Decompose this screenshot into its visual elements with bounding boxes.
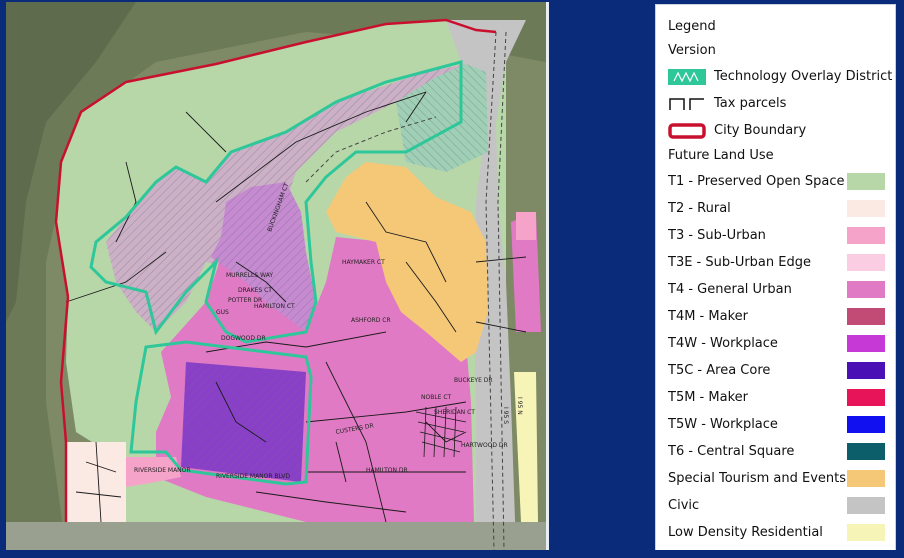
legend-land-use-item[interactable]: T3 - Sub-Urban <box>668 222 887 249</box>
land-use-label: T5C - Area Core <box>668 363 771 378</box>
legend-land-use-item[interactable]: Civic <box>668 492 887 519</box>
land-use-label: T5W - Workplace <box>668 417 778 432</box>
legend-technology-overlay[interactable]: Technology Overlay District <box>668 63 892 90</box>
land-use-swatch <box>847 443 885 460</box>
aerial-bottom-strip <box>6 522 546 550</box>
land-use-swatch <box>847 254 885 271</box>
legend-land-use-item[interactable]: Low Density Residential <box>668 519 887 546</box>
land-use-label: T1 - Preserved Open Space <box>668 174 845 189</box>
presentation-bottom-bar <box>0 550 904 558</box>
legend-land-use-item[interactable]: T4M - Maker <box>668 303 887 330</box>
street-label: DOGWOOD DR <box>221 335 266 342</box>
legend-land-use-item[interactable]: T6 - Central Square <box>668 438 887 465</box>
legend-version-label: Version <box>668 43 716 58</box>
land-use-label: T4M - Maker <box>668 309 748 324</box>
land-use-label: T6 - Central Square <box>668 444 795 459</box>
street-label: MURRELLS WAY <box>226 272 273 279</box>
land-use-swatch <box>847 470 885 487</box>
legend-future-land-use-label: Future Land Use <box>668 148 774 163</box>
land-use-label: Low Density Residential <box>668 525 823 540</box>
hatched-green-outline-icon <box>668 68 706 85</box>
street-label: RIVERSIDE MANOR <box>134 467 191 474</box>
land-use-swatch <box>847 416 885 433</box>
street-label: HAYMAKER CT <box>342 259 385 266</box>
land-use-swatch <box>847 308 885 325</box>
land-use-swatch <box>847 497 885 514</box>
land-use-label: T5M - Maker <box>668 390 748 405</box>
legend-land-use-item[interactable]: T5W - Workplace <box>668 411 887 438</box>
legend-land-use-item[interactable]: T1 - Preserved Open Space <box>668 168 887 195</box>
land-use-label: T4W - Workplace <box>668 336 778 351</box>
land-use-swatch <box>847 362 885 379</box>
land-use-list: T1 - Preserved Open Space T2 - Rural T3 … <box>668 168 887 546</box>
legend-land-use-item[interactable]: T5C - Area Core <box>668 357 887 384</box>
legend-land-use-item[interactable]: T5M - Maker <box>668 384 887 411</box>
street-label: I 95 S <box>502 407 509 424</box>
street-label: HAMILTON DR <box>366 467 408 474</box>
t3-sub-urban-east[interactable] <box>516 212 536 240</box>
land-use-label: T2 - Rural <box>668 201 731 216</box>
street-label: BUCKEYE DR <box>454 377 493 384</box>
land-use-swatch <box>847 335 885 352</box>
legend-symbol-label: Tax parcels <box>714 96 787 111</box>
red-outline-icon <box>668 122 706 139</box>
land-use-label: T3E - Sub-Urban Edge <box>668 255 811 270</box>
legend-land-use-item[interactable]: Special Tourism and Events <box>668 465 887 492</box>
legend-symbol-label: City Boundary <box>714 123 807 138</box>
legend-panel: Legend Version Technology Overlay Distri… <box>655 4 896 551</box>
street-label: SHERIDAN CT <box>434 409 475 416</box>
land-use-swatch <box>847 389 885 406</box>
street-label: HARTWOOD DR <box>461 442 508 449</box>
land-use-swatch <box>847 227 885 244</box>
map-view[interactable]: MURRELLS WAY DRAKES CT POTTER DR GUS HAM… <box>6 2 549 550</box>
street-label: NOBLE CT <box>421 394 452 401</box>
legend-title: Legend <box>668 19 716 34</box>
land-use-label: Civic <box>668 498 700 513</box>
t2-rural-area[interactable] <box>66 442 126 522</box>
street-label: HAMILTON CT <box>254 303 295 310</box>
parcel-line-icon <box>669 97 704 110</box>
land-use-swatch <box>847 173 885 190</box>
street-label: RIVERSIDE MANOR BLVD <box>216 473 290 480</box>
land-use-swatch <box>847 200 885 217</box>
land-use-label: T3 - Sub-Urban <box>668 228 766 243</box>
street-label: I 95 N <box>516 397 523 415</box>
land-use-label: T4 - General Urban <box>668 282 792 297</box>
land-use-swatch <box>847 524 885 541</box>
land-use-swatch <box>847 281 885 298</box>
street-label: DRAKES CT <box>238 287 272 294</box>
street-label: ASHFORD CR <box>351 317 391 324</box>
legend-symbol-label: Technology Overlay District <box>714 69 893 84</box>
legend-land-use-item[interactable]: T4 - General Urban <box>668 276 887 303</box>
overlay-hatch <box>181 362 306 482</box>
street-label: GUS <box>216 309 229 316</box>
legend-tax-parcels[interactable]: Tax parcels <box>668 90 887 117</box>
land-use-map[interactable]: MURRELLS WAY DRAKES CT POTTER DR GUS HAM… <box>6 2 546 550</box>
legend-land-use-item[interactable]: T2 - Rural <box>668 195 887 222</box>
legend-land-use-item[interactable]: T4W - Workplace <box>668 330 887 357</box>
land-use-label: Special Tourism and Events <box>668 471 847 486</box>
legend-city-boundary[interactable]: City Boundary <box>668 117 887 144</box>
legend-land-use-item[interactable]: T3E - Sub-Urban Edge <box>668 249 887 276</box>
